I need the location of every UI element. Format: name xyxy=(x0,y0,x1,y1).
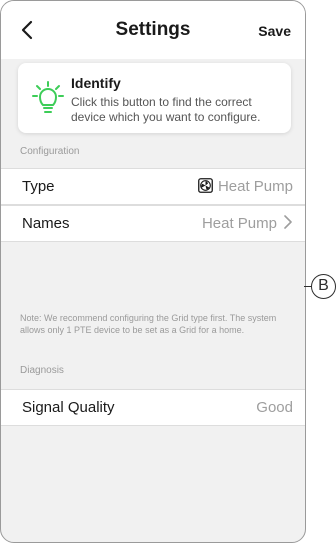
type-row[interactable]: Type Heat Pump xyxy=(1,168,305,205)
identify-button[interactable]: Identify Click this button to find the c… xyxy=(18,63,291,133)
chevron-right-icon xyxy=(284,215,292,229)
identify-description: Click this button to find the correct de… xyxy=(71,95,261,124)
type-value: Heat Pump xyxy=(217,178,293,195)
signal-quality-value: Good xyxy=(256,399,293,416)
names-value: Heat Pump xyxy=(201,215,277,232)
fan-icon xyxy=(198,178,213,193)
identify-title: Identify xyxy=(71,75,121,91)
names-value-group: Heat Pump xyxy=(202,215,293,232)
header: Settings Save xyxy=(1,1,305,59)
type-value-group: Heat Pump xyxy=(198,178,293,195)
lightbulb-icon xyxy=(32,81,64,113)
configuration-section-label: Configuration xyxy=(20,146,80,157)
callout-badge: B xyxy=(311,274,336,299)
signal-quality-row: Signal Quality Good xyxy=(1,389,305,426)
type-label: Type xyxy=(22,178,55,195)
names-label: Names xyxy=(22,215,70,232)
grid-note: Note: We recommend configuring the Grid … xyxy=(20,313,277,335)
names-row[interactable]: Names Heat Pump xyxy=(1,205,305,242)
signal-quality-label: Signal Quality xyxy=(22,399,115,416)
diagnosis-section-label: Diagnosis xyxy=(20,365,64,376)
phone-frame: Settings Save Identify Click this button… xyxy=(0,0,306,543)
save-button[interactable]: Save xyxy=(258,23,291,39)
